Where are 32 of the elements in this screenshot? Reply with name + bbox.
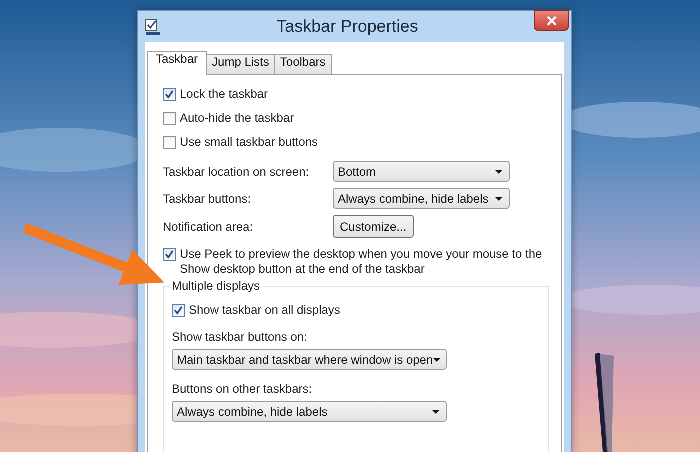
checkbox-label: Auto-hide the taskbar xyxy=(180,111,294,126)
dropdown[interactable]: Main taskbar and taskbar where window is open xyxy=(172,349,447,370)
setting-label: Notification area: xyxy=(163,220,254,234)
close-button[interactable] xyxy=(534,10,569,31)
window-title: Taskbar Properties xyxy=(276,16,420,36)
caret-icon xyxy=(495,196,503,200)
dropdown[interactable]: Always combine, hide labels xyxy=(172,401,447,422)
field-label: Buttons on other taskbars: xyxy=(172,382,314,396)
checkbox-icon xyxy=(145,18,161,34)
checkbox[interactable] xyxy=(163,88,176,101)
checkbox-label: Use Peek to preview the desktop when you move your mouse to the Show desktop button at the end of the taskbar xyxy=(180,247,544,277)
checkbox-label: Lock the taskbar xyxy=(180,87,268,102)
checkbox[interactable] xyxy=(172,304,185,317)
checkbox-label: Use small taskbar buttons xyxy=(180,135,318,150)
setting-label: Taskbar buttons: xyxy=(163,192,252,206)
tab[interactable]: Toolbars xyxy=(274,54,332,74)
caret-icon xyxy=(433,358,442,362)
customize-button[interactable]: Customize... xyxy=(333,215,414,238)
dropdown[interactable]: Bottom xyxy=(333,161,510,182)
close-icon xyxy=(546,16,556,26)
checkbox[interactable] xyxy=(163,136,176,149)
checkbox[interactable] xyxy=(163,112,176,125)
group-title: Multiple displays xyxy=(169,279,264,294)
dropdown[interactable]: Always combine, hide labels xyxy=(333,188,510,209)
setting-label: Taskbar location on screen: xyxy=(163,164,310,178)
tab[interactable]: Jump Lists xyxy=(206,54,276,74)
field-label: Show taskbar buttons on: xyxy=(172,330,308,344)
caret-icon xyxy=(432,410,440,414)
checkbox-label: Show taskbar on all displays xyxy=(189,303,340,318)
tab[interactable]: Taskbar xyxy=(147,51,208,75)
caret-icon xyxy=(495,170,503,174)
checkbox[interactable] xyxy=(163,248,176,261)
